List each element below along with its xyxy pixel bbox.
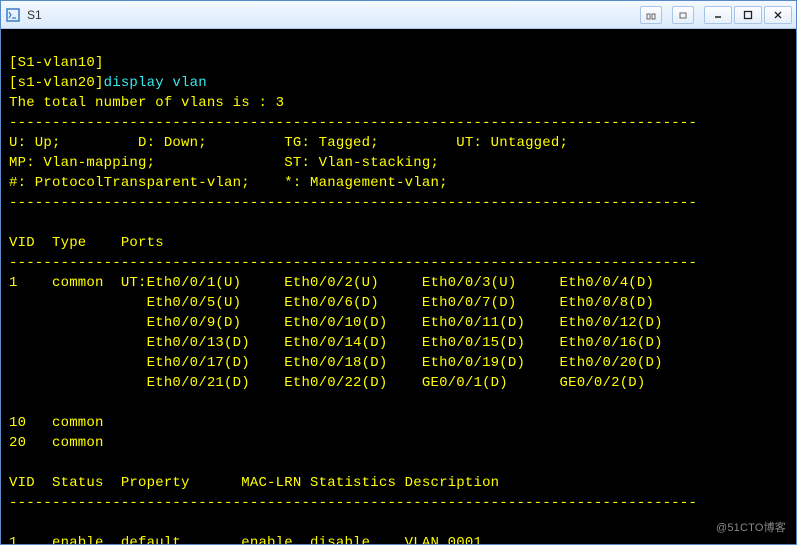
table-row: Eth0/0/21(D) Eth0/0/22(D) GE0/0/1(D) GE0… — [9, 375, 646, 391]
table-row: Eth0/0/17(D) Eth0/0/18(D) Eth0/0/19(D) E… — [9, 355, 663, 371]
close-button[interactable] — [764, 6, 792, 24]
table-row: Eth0/0/9(D) Eth0/0/10(D) Eth0/0/11(D) Et… — [9, 315, 663, 331]
divider: ----------------------------------------… — [9, 255, 697, 271]
legend-line: U: Up; D: Down; TG: Tagged; UT: Untagged… — [9, 135, 568, 151]
table-row: 1 common UT:Eth0/0/1(U) Eth0/0/2(U) Eth0… — [9, 275, 654, 291]
total-line: The total number of vlans is : 3 — [9, 95, 284, 111]
table-header: VID Type Ports — [9, 235, 164, 251]
titlebar[interactable]: S1 — [1, 1, 796, 29]
table-row: 10 common — [9, 415, 104, 431]
minimize-button[interactable] — [704, 6, 732, 24]
app-window: S1 [S1-vlan10] [s1-vlan20]display vlan T… — [0, 0, 797, 545]
table-row: 1 enable default enable disable VLAN 000… — [9, 535, 482, 544]
prompt: [s1-vlan20] — [9, 75, 104, 91]
terminal-icon — [5, 7, 21, 23]
divider: ----------------------------------------… — [9, 115, 697, 131]
prev-prompt: [S1-vlan10] — [9, 55, 104, 71]
table-row: Eth0/0/13(D) Eth0/0/14(D) Eth0/0/15(D) E… — [9, 335, 663, 351]
terminal-output[interactable]: [S1-vlan10] [s1-vlan20]display vlan The … — [1, 29, 796, 544]
table-header: VID Status Property MAC-LRN Statistics D… — [9, 475, 499, 491]
watermark: @51CTO博客 — [716, 518, 786, 538]
divider: ----------------------------------------… — [9, 195, 697, 211]
legend-line: #: ProtocolTransparent-vlan; *: Manageme… — [9, 175, 448, 191]
aux-button-2[interactable] — [672, 6, 694, 24]
window-controls — [638, 6, 792, 24]
aux-button-1[interactable] — [640, 6, 662, 24]
legend-line: MP: Vlan-mapping; ST: Vlan-stacking; — [9, 155, 439, 171]
table-row: Eth0/0/5(U) Eth0/0/6(D) Eth0/0/7(D) Eth0… — [9, 295, 654, 311]
window-title: S1 — [27, 8, 638, 22]
divider: ----------------------------------------… — [9, 495, 697, 511]
command-text: display vlan — [104, 75, 207, 91]
maximize-button[interactable] — [734, 6, 762, 24]
table-row: 20 common — [9, 435, 104, 451]
